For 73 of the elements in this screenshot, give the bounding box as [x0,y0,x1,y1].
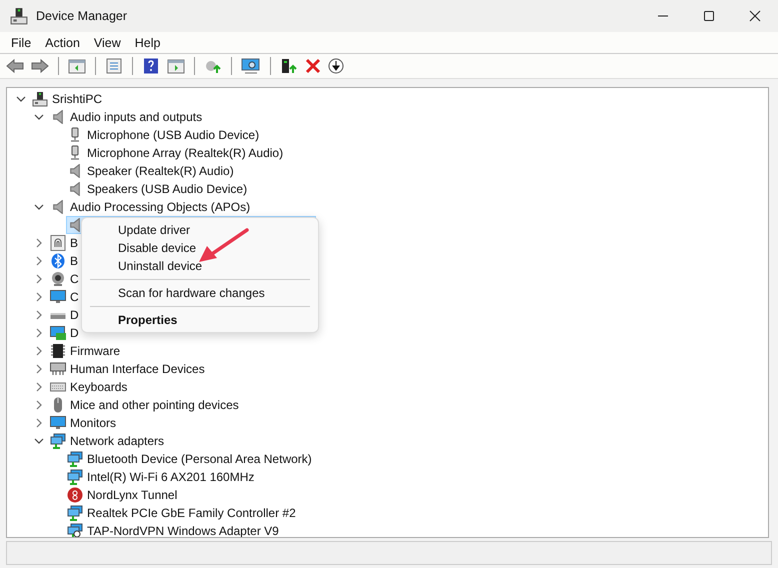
chip-icon [50,343,66,359]
expand-chevron-icon[interactable] [34,292,44,302]
network-adapter-icon [50,433,66,449]
window-title: Device Manager [36,9,128,23]
speaker-icon [53,200,63,214]
menu-item[interactable]: Help [128,36,168,50]
uninstall-button[interactable] [303,56,323,76]
network-adapter-icon [67,451,83,467]
network-adapter-icon [67,505,83,521]
network-adapter-icon [67,469,83,485]
expand-chevron-icon[interactable] [34,328,44,338]
expand-chevron-icon[interactable] [34,364,44,374]
tree-item[interactable]: C [69,289,80,305]
back-button[interactable] [4,56,26,76]
close-icon [749,10,761,22]
tree-item[interactable]: Realtek PCIe GbE Family Controller #2 [86,505,297,521]
tree-item[interactable]: Audio inputs and outputs [69,109,204,125]
tree-item[interactable]: B [69,253,80,269]
monitor-icon [50,415,66,431]
tree-item[interactable]: Speakers (USB Audio Device) [86,181,248,197]
expand-chevron-icon[interactable] [34,382,44,392]
download-button[interactable] [326,56,346,76]
expand-chevron-icon[interactable] [34,400,44,410]
maximize-icon [703,10,715,22]
menu-item[interactable]: View [86,36,128,50]
display-adapter-icon [50,325,66,341]
bluetooth-icon [50,253,66,269]
webcam-icon [50,271,66,287]
device-manager-icon [10,7,28,25]
forward-button[interactable] [29,56,51,76]
fingerprint-icon [50,235,66,251]
tree-item[interactable]: Monitors [69,415,118,431]
collapse-chevron-icon[interactable] [34,436,44,446]
menu-item[interactable]: File [4,36,38,50]
tree-item[interactable]: Speaker (Realtek(R) Audio) [86,163,235,179]
speaker-icon [53,110,63,124]
monitor-icon [50,289,66,305]
tree-item[interactable]: Firmware [69,343,121,359]
context-menu-item[interactable]: Properties [82,311,318,329]
expand-chevron-icon[interactable] [34,310,44,320]
nordlynx-icon [67,487,83,503]
tree-item[interactable]: Intel(R) Wi-Fi 6 AX201 160MHz [86,469,256,485]
collapse-chevron-icon[interactable] [34,112,44,122]
tree-item[interactable]: Microphone Array (Realtek(R) Audio) [86,145,284,161]
tree-item[interactable]: SrishtiPC [51,91,104,107]
tree-item[interactable]: D [69,325,80,341]
context-menu-item[interactable]: Scan for hardware changes [82,284,318,302]
tree-item[interactable]: Microphone (USB Audio Device) [86,127,260,143]
tree-item[interactable]: Human Interface Devices [69,361,206,377]
tree-item[interactable]: Audio Processing Objects (APOs) [69,199,252,215]
expand-chevron-icon[interactable] [34,274,44,284]
context-menu-item[interactable]: Uninstall device [82,257,318,275]
expand-chevron-icon[interactable] [34,256,44,266]
tree-item[interactable]: Keyboards [69,379,128,395]
menu-item[interactable]: Action [38,36,87,50]
speaker-icon [70,164,80,178]
context-menu-item[interactable]: Disable device [82,239,318,257]
tree-item[interactable]: Bluetooth Device (Personal Area Network) [86,451,313,467]
computer-icon [32,91,48,107]
expand-chevron-icon[interactable] [34,346,44,356]
collapse-chevron-icon[interactable] [16,94,26,104]
expand-chevron-icon[interactable] [34,238,44,248]
tree-item[interactable]: B [69,235,80,251]
tree-item[interactable]: Network adapters [69,433,166,449]
speaker-icon [70,182,80,196]
tree-item[interactable]: Mice and other pointing devices [69,397,240,413]
tree-item[interactable]: NordLynx Tunnel [86,487,178,503]
collapse-chevron-icon[interactable] [34,202,44,212]
keypad-icon [50,361,66,377]
tree-item[interactable]: C [69,271,80,287]
tree-item[interactable]: D [69,307,80,323]
expand-chevron-icon[interactable] [34,418,44,428]
context-menu-item[interactable]: Update driver [82,221,318,239]
